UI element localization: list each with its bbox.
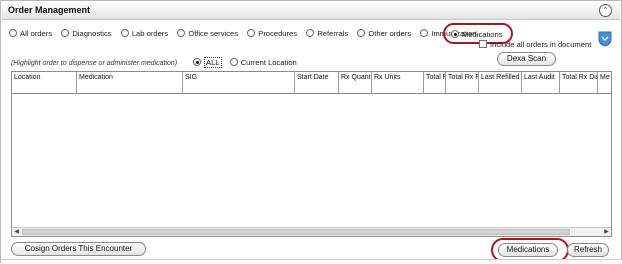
order-management-panel: Order Management ⌃ All orders Diagnostic… (0, 0, 622, 264)
column-header-total-rx-remain[interactable]: Total Rx Remain (446, 72, 479, 93)
radio-label: Diagnostics (72, 29, 112, 39)
radio-referrals[interactable]: Referrals (306, 29, 348, 38)
radio-button-selected-icon[interactable] (451, 30, 459, 38)
panel-header: Order Management ⌃ (2, 2, 620, 20)
bottom-status-bar (1, 259, 622, 264)
order-type-filter: All orders Diagnostics Lab orders Office… (9, 29, 483, 41)
radio-procedures[interactable]: Procedures (247, 29, 297, 38)
radio-diagnostics[interactable]: Diagnostics (61, 29, 112, 39)
location-all-label[interactable]: ALL (204, 57, 222, 68)
column-header-last-audit[interactable]: Last Audit (522, 72, 560, 93)
orders-table[interactable]: Location Medication SIG Start Date Rx Qu… (11, 71, 612, 237)
column-header-start-date[interactable]: Start Date (295, 72, 339, 93)
radio-label: Other orders (368, 29, 412, 39)
horizontal-scrollbar[interactable]: ◀ ▶ (12, 227, 611, 236)
column-header-last-refilled[interactable]: Last Refilled (479, 72, 522, 93)
radio-button-icon[interactable] (306, 29, 315, 38)
radio-button-icon[interactable] (357, 29, 366, 38)
column-header-rx-quantity[interactable]: Rx Quantity (339, 72, 372, 93)
radio-button-icon[interactable] (9, 29, 17, 38)
scroll-thumb[interactable] (22, 229, 570, 235)
shield-icon[interactable] (598, 31, 612, 47)
radio-all-location-icon[interactable] (193, 58, 201, 66)
include-all-checkbox[interactable] (479, 40, 487, 48)
column-header-sig[interactable]: SIG (183, 72, 295, 93)
column-header-total-rx[interactable]: Total Rx (424, 72, 446, 93)
radio-button-icon[interactable] (247, 29, 256, 38)
radio-button-icon[interactable] (420, 29, 429, 38)
include-all-label: Include all orders in document (490, 40, 592, 49)
radio-button-icon[interactable] (61, 29, 70, 38)
panel-title: Order Management (8, 5, 91, 15)
location-filter: ALL Current Location (193, 57, 297, 68)
column-header-medication[interactable]: Medication (77, 72, 183, 93)
include-all-orders-option[interactable]: Include all orders in document (479, 40, 591, 49)
radio-label: Lab orders (131, 29, 169, 39)
collapse-up-icon[interactable]: ⌃ (599, 4, 612, 17)
radio-lab-orders[interactable]: Lab orders (120, 29, 169, 39)
radio-label: Office services (188, 29, 239, 39)
radio-button-icon[interactable] (120, 29, 129, 38)
location-current-label[interactable]: Current Location (241, 58, 297, 67)
scroll-right-arrow-icon[interactable]: ▶ (602, 228, 611, 236)
column-header-location[interactable]: Location (12, 72, 77, 93)
radio-button-icon[interactable] (177, 29, 186, 38)
refresh-button[interactable]: Refresh (567, 243, 609, 257)
column-header-rx-units[interactable]: Rx Units (372, 72, 424, 93)
radio-label: Referrals (317, 29, 349, 39)
radio-office-services[interactable]: Office services (177, 29, 238, 38)
dexa-scan-button[interactable]: Dexa Scan (497, 52, 556, 66)
cosign-orders-button[interactable]: Cosign Orders This Encounter (11, 242, 146, 256)
radio-other-orders[interactable]: Other orders (357, 29, 411, 38)
radio-all-orders[interactable]: All orders (9, 29, 52, 38)
column-header-total-rx-dispensed[interactable]: Total Rx Dispensed (560, 72, 598, 93)
medications-button[interactable]: Medications (498, 243, 558, 257)
table-header: Location Medication SIG Start Date Rx Qu… (12, 72, 611, 94)
column-header-truncated[interactable]: Me (598, 72, 611, 93)
radio-current-location-icon[interactable] (229, 58, 238, 66)
radio-label: All orders (20, 29, 53, 39)
radio-label: Procedures (258, 29, 298, 39)
highlight-instruction: (Highlight order to dispense or administ… (11, 60, 178, 67)
radio-label: Medications (462, 30, 503, 39)
scroll-left-arrow-icon[interactable]: ◀ (12, 228, 21, 236)
